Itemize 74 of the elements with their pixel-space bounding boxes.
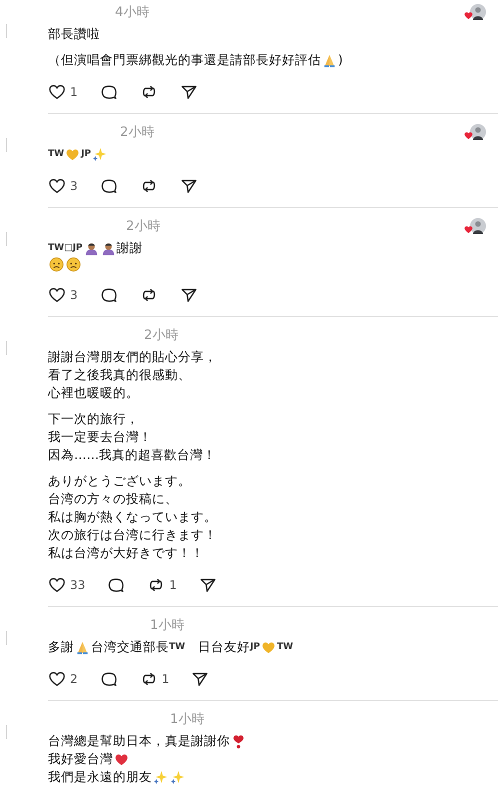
thread-line bbox=[6, 232, 7, 246]
heart-icon[interactable] bbox=[48, 177, 66, 195]
repost-count: 1 bbox=[162, 672, 170, 686]
heart-icon[interactable] bbox=[48, 83, 66, 101]
post-text: ) bbox=[338, 51, 343, 69]
post-text: 多謝 bbox=[48, 638, 74, 656]
repost-count: 1 bbox=[169, 578, 177, 592]
heart-icon[interactable] bbox=[48, 670, 66, 688]
heart-icon[interactable] bbox=[48, 286, 66, 304]
post-text: 謝謝 bbox=[116, 239, 143, 257]
flag-code: TW□JP bbox=[48, 242, 83, 255]
post-text: 台湾の方々の投稿に、 bbox=[48, 490, 178, 508]
post-text: ありがとうございます。 bbox=[48, 472, 191, 490]
sparkles-icon bbox=[92, 146, 108, 162]
flag-code: TW bbox=[169, 641, 186, 654]
heart-icon bbox=[114, 752, 129, 766]
post-time: 1小時 bbox=[170, 711, 204, 728]
bowing-person-icon bbox=[84, 240, 99, 256]
post-text: 日台友好 bbox=[197, 638, 250, 656]
send-icon[interactable] bbox=[180, 83, 198, 101]
post-text: 我們是永遠的朋友 bbox=[48, 768, 152, 786]
flag-code: JP bbox=[81, 148, 92, 161]
post-time: 2小時 bbox=[120, 124, 154, 141]
post-text: 次の旅行は台湾に行きます！ bbox=[48, 526, 217, 544]
sparkles-icon bbox=[170, 770, 185, 784]
like-count: 3 bbox=[70, 288, 78, 302]
post-text: 我一定要去台灣！ bbox=[48, 428, 152, 446]
frowning-face-icon bbox=[49, 257, 64, 272]
post-text: 心裡也暖暖的。 bbox=[48, 384, 139, 402]
post-time: 2小時 bbox=[126, 218, 160, 235]
post-text: 台湾交通部長 bbox=[91, 638, 169, 656]
like-count: 2 bbox=[70, 672, 78, 686]
post-text: 台灣總是幫助日本，真是謝謝你 bbox=[48, 732, 230, 750]
post-time: 1小時 bbox=[150, 617, 184, 634]
frowning-face-icon bbox=[66, 257, 81, 272]
comment-icon[interactable] bbox=[107, 576, 126, 594]
post-text: 因為……我真的超喜歡台灣！ bbox=[48, 446, 216, 464]
thread-line bbox=[6, 341, 7, 355]
praying-hands-icon bbox=[322, 52, 337, 68]
post-text: 部長讚啦 bbox=[48, 25, 100, 43]
post-text: 謝謝台灣朋友們的貼心分享， bbox=[48, 348, 217, 366]
praying-hands-icon bbox=[75, 640, 90, 654]
bowing-person-icon bbox=[100, 240, 116, 256]
post-text: 看了之後我真的很感動、 bbox=[48, 366, 191, 384]
post-text: （但演唱會門票綁觀光的事還是請部長好好評估 bbox=[48, 51, 321, 69]
thread-line bbox=[6, 138, 7, 152]
heart-icon[interactable] bbox=[48, 576, 66, 594]
post-text: 下一次的旅行， bbox=[48, 410, 139, 428]
sparkles-icon bbox=[153, 770, 168, 784]
like-count: 33 bbox=[70, 578, 86, 592]
thread-line bbox=[6, 725, 7, 739]
comment-icon[interactable] bbox=[100, 83, 118, 101]
heart-icon bbox=[261, 640, 276, 654]
comment-icon[interactable] bbox=[100, 286, 118, 304]
like-count: 3 bbox=[70, 179, 78, 193]
post-text: 私は台湾が大好きです！！ bbox=[48, 544, 204, 562]
heart-icon bbox=[65, 146, 80, 162]
thread-line bbox=[6, 24, 7, 38]
send-icon[interactable] bbox=[180, 286, 198, 304]
post-time: 4小時 bbox=[115, 4, 150, 21]
thread-line bbox=[6, 631, 7, 645]
flag-code: TW bbox=[48, 148, 64, 161]
flag-code: JP bbox=[250, 641, 260, 654]
flag-code: TW bbox=[277, 641, 294, 654]
send-icon[interactable] bbox=[198, 576, 217, 594]
comment-icon[interactable] bbox=[100, 177, 118, 195]
comment-icon[interactable] bbox=[100, 670, 118, 688]
like-count: 1 bbox=[70, 85, 78, 99]
send-icon[interactable] bbox=[191, 670, 210, 688]
heart-exclamation-icon bbox=[231, 734, 246, 748]
post-time: 2小時 bbox=[144, 327, 178, 344]
post-text: 私は胸が熱くなっています。 bbox=[48, 508, 217, 526]
send-icon[interactable] bbox=[180, 177, 198, 195]
post-text: 我好愛台灣 bbox=[48, 750, 113, 768]
